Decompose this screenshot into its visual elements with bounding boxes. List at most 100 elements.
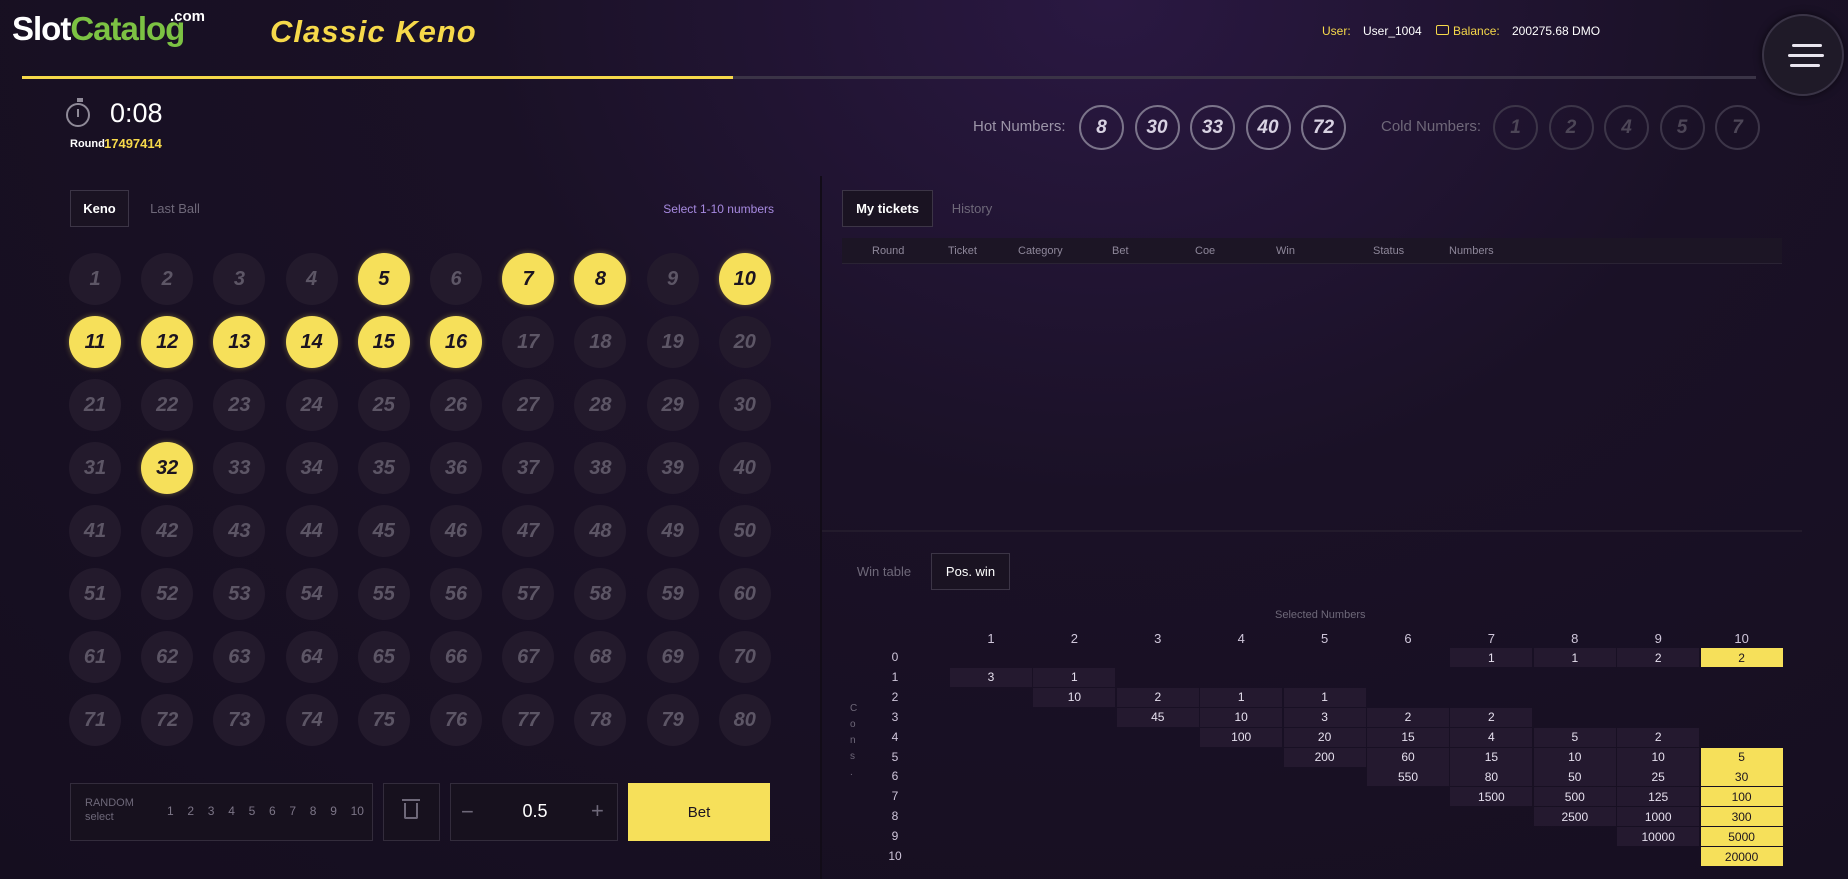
bet-button[interactable]: Bet xyxy=(628,783,770,841)
keno-number-ball[interactable]: 53 xyxy=(213,568,266,620)
keno-number-ball[interactable]: 25 xyxy=(357,379,410,431)
keno-number-ball[interactable]: 22 xyxy=(141,379,194,431)
keno-number-ball[interactable]: 59 xyxy=(646,568,699,620)
keno-number-ball[interactable]: 20 xyxy=(718,316,771,368)
keno-number-ball[interactable]: 11 xyxy=(69,316,121,368)
keno-number-ball[interactable]: 42 xyxy=(141,505,194,557)
increase-bet-button[interactable]: + xyxy=(591,798,604,824)
keno-number-ball[interactable]: 9 xyxy=(646,253,699,305)
tab-last-ball[interactable]: Last Ball xyxy=(140,190,210,227)
keno-number-ball[interactable]: 80 xyxy=(718,694,771,746)
keno-number-ball[interactable]: 49 xyxy=(646,505,699,557)
keno-number-ball[interactable]: 16 xyxy=(430,316,482,368)
keno-number-ball[interactable]: 33 xyxy=(213,442,266,494)
keno-number-ball[interactable]: 58 xyxy=(574,568,627,620)
keno-number-ball[interactable]: 31 xyxy=(69,442,121,494)
keno-number-ball[interactable]: 68 xyxy=(574,631,627,683)
random-count-option[interactable]: 1 xyxy=(167,804,174,818)
keno-number-ball[interactable]: 57 xyxy=(502,568,555,620)
tab-pos-win[interactable]: Pos. win xyxy=(931,553,1010,590)
keno-number-ball[interactable]: 61 xyxy=(69,631,121,683)
keno-number-ball[interactable]: 21 xyxy=(69,379,121,431)
keno-number-ball[interactable]: 17 xyxy=(502,316,555,368)
decrease-bet-button[interactable]: − xyxy=(461,799,474,825)
keno-number-ball[interactable]: 38 xyxy=(574,442,627,494)
tab-win-table[interactable]: Win table xyxy=(848,553,920,590)
keno-number-ball[interactable]: 32 xyxy=(141,442,194,494)
keno-number-ball[interactable]: 65 xyxy=(357,631,410,683)
random-count-option[interactable]: 6 xyxy=(269,804,276,818)
keno-number-ball[interactable]: 56 xyxy=(430,568,482,620)
keno-number-ball[interactable]: 37 xyxy=(502,442,555,494)
keno-number-ball[interactable]: 15 xyxy=(357,316,410,368)
keno-number-ball[interactable]: 70 xyxy=(718,631,771,683)
random-count-option[interactable]: 5 xyxy=(249,804,256,818)
keno-number-ball[interactable]: 78 xyxy=(574,694,627,746)
keno-number-ball[interactable]: 1 xyxy=(69,253,121,305)
random-count-option[interactable]: 8 xyxy=(310,804,317,818)
keno-number-ball[interactable]: 60 xyxy=(718,568,771,620)
keno-number-ball[interactable]: 8 xyxy=(574,253,627,305)
keno-number-ball[interactable]: 7 xyxy=(502,253,555,305)
keno-number-ball[interactable]: 24 xyxy=(285,379,338,431)
keno-number-ball[interactable]: 10 xyxy=(718,253,771,305)
menu-button[interactable] xyxy=(1762,14,1844,96)
keno-number-ball[interactable]: 79 xyxy=(646,694,699,746)
keno-number-ball[interactable]: 6 xyxy=(430,253,482,305)
keno-number-ball[interactable]: 43 xyxy=(213,505,266,557)
keno-number-ball[interactable]: 12 xyxy=(141,316,194,368)
keno-number-ball[interactable]: 77 xyxy=(502,694,555,746)
keno-number-ball[interactable]: 72 xyxy=(141,694,194,746)
random-count-option[interactable]: 7 xyxy=(289,804,296,818)
keno-number-ball[interactable]: 27 xyxy=(502,379,555,431)
keno-number-ball[interactable]: 73 xyxy=(213,694,266,746)
random-count-option[interactable]: 2 xyxy=(187,804,194,818)
keno-number-ball[interactable]: 54 xyxy=(285,568,338,620)
keno-number-ball[interactable]: 19 xyxy=(646,316,699,368)
keno-number-ball[interactable]: 76 xyxy=(430,694,482,746)
tab-keno[interactable]: Keno xyxy=(70,190,129,227)
keno-number-ball[interactable]: 14 xyxy=(285,316,338,368)
random-count-option[interactable]: 9 xyxy=(330,804,337,818)
random-count-option[interactable]: 4 xyxy=(228,804,235,818)
keno-number-ball[interactable]: 18 xyxy=(574,316,627,368)
keno-number-ball[interactable]: 5 xyxy=(357,253,410,305)
random-count-option[interactable]: 3 xyxy=(208,804,215,818)
keno-number-ball[interactable]: 23 xyxy=(213,379,266,431)
keno-number-ball[interactable]: 3 xyxy=(213,253,266,305)
keno-number-ball[interactable]: 28 xyxy=(574,379,627,431)
keno-number-ball[interactable]: 39 xyxy=(646,442,699,494)
keno-number-ball[interactable]: 4 xyxy=(285,253,338,305)
keno-number-ball[interactable]: 62 xyxy=(141,631,194,683)
keno-number-ball[interactable]: 48 xyxy=(574,505,627,557)
keno-number-ball[interactable]: 35 xyxy=(357,442,410,494)
tab-my-tickets[interactable]: My tickets xyxy=(842,190,933,227)
keno-number-ball[interactable]: 34 xyxy=(285,442,338,494)
bet-amount-value[interactable]: 0.5 xyxy=(500,801,570,822)
keno-number-ball[interactable]: 51 xyxy=(69,568,121,620)
keno-number-ball[interactable]: 29 xyxy=(646,379,699,431)
keno-number-ball[interactable]: 55 xyxy=(357,568,410,620)
keno-number-ball[interactable]: 71 xyxy=(69,694,121,746)
keno-number-ball[interactable]: 40 xyxy=(718,442,771,494)
keno-number-ball[interactable]: 36 xyxy=(430,442,482,494)
tab-history[interactable]: History xyxy=(942,190,1002,227)
keno-number-ball[interactable]: 13 xyxy=(213,316,266,368)
keno-number-ball[interactable]: 46 xyxy=(430,505,482,557)
keno-number-ball[interactable]: 50 xyxy=(718,505,771,557)
keno-number-ball[interactable]: 75 xyxy=(357,694,410,746)
keno-number-ball[interactable]: 44 xyxy=(285,505,338,557)
keno-number-ball[interactable]: 41 xyxy=(69,505,121,557)
keno-number-ball[interactable]: 26 xyxy=(430,379,482,431)
keno-number-ball[interactable]: 47 xyxy=(502,505,555,557)
keno-number-ball[interactable]: 30 xyxy=(718,379,771,431)
keno-number-ball[interactable]: 74 xyxy=(285,694,338,746)
keno-number-ball[interactable]: 67 xyxy=(502,631,555,683)
keno-number-ball[interactable]: 66 xyxy=(430,631,482,683)
keno-number-ball[interactable]: 64 xyxy=(285,631,338,683)
keno-number-ball[interactable]: 63 xyxy=(213,631,266,683)
keno-number-ball[interactable]: 45 xyxy=(357,505,410,557)
keno-number-ball[interactable]: 69 xyxy=(646,631,699,683)
keno-number-ball[interactable]: 52 xyxy=(141,568,194,620)
random-count-option[interactable]: 10 xyxy=(351,804,364,818)
